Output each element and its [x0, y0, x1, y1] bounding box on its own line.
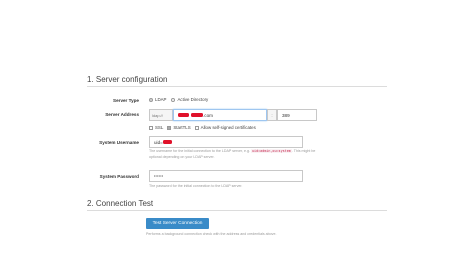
option-starttls[interactable]: StartTLS — [167, 125, 191, 130]
server-type-label: Server Type — [113, 97, 139, 103]
system-username-prefix: uid= — [154, 139, 163, 145]
checkbox-self-signed[interactable] — [194, 125, 199, 130]
server-address-label: Server Address — [105, 112, 139, 117]
radio-option-active-directory[interactable]: Active Directory — [171, 97, 208, 102]
radio-ldap[interactable] — [149, 97, 153, 102]
system-username-help-text: The username for the initial connection … — [149, 149, 251, 153]
checkbox-starttls[interactable] — [167, 125, 172, 130]
system-password-label: System Password — [99, 173, 139, 179]
server-type-radio-group: LDAP Active Directory — [149, 97, 208, 102]
server-host-input[interactable]: .com — [173, 109, 267, 121]
redacted-username — [163, 140, 173, 144]
option-ssl[interactable]: SSL — [149, 125, 163, 130]
radio-ldap-label: LDAP — [155, 97, 167, 102]
section-divider — [87, 86, 387, 87]
system-username-label: System Username — [99, 139, 139, 145]
redacted-host-part — [178, 113, 189, 117]
connection-options: SSL StartTLS Allow self-signed certifica… — [149, 125, 256, 130]
section-divider — [87, 210, 387, 211]
option-self-signed-label: Allow self-signed certificates — [200, 125, 256, 130]
server-host-suffix: .com — [203, 112, 213, 118]
section-title-server-configuration: 1. Server configuration — [87, 75, 168, 84]
redacted-host-part — [191, 113, 203, 117]
system-password-help: The password for the initial connection … — [149, 184, 243, 188]
radio-active-directory-label: Active Directory — [177, 97, 209, 102]
connection-test-help: Performs a background connection check w… — [146, 231, 277, 236]
system-password-input[interactable]: •••••• — [149, 170, 303, 182]
system-username-input[interactable]: uid= — [149, 136, 303, 148]
protocol-prefix: ldap:// — [149, 109, 173, 121]
radio-active-directory[interactable] — [171, 97, 176, 102]
option-ssl-label: SSL — [155, 125, 164, 130]
option-self-signed[interactable]: Allow self-signed certificates — [194, 125, 256, 130]
port-separator: : — [267, 109, 277, 121]
section-title-connection-test: 2. Connection Test — [87, 199, 154, 208]
option-starttls-label: StartTLS — [173, 125, 191, 130]
system-username-help: The username for the initial connection … — [149, 149, 324, 160]
checkbox-ssl[interactable] — [149, 125, 153, 130]
system-username-example: uid=admin,ou=system — [251, 149, 292, 153]
server-port-input[interactable]: 389 — [277, 109, 317, 121]
radio-option-ldap[interactable]: LDAP — [149, 97, 166, 102]
test-server-connection-button[interactable]: Test Server Connection — [146, 218, 209, 229]
